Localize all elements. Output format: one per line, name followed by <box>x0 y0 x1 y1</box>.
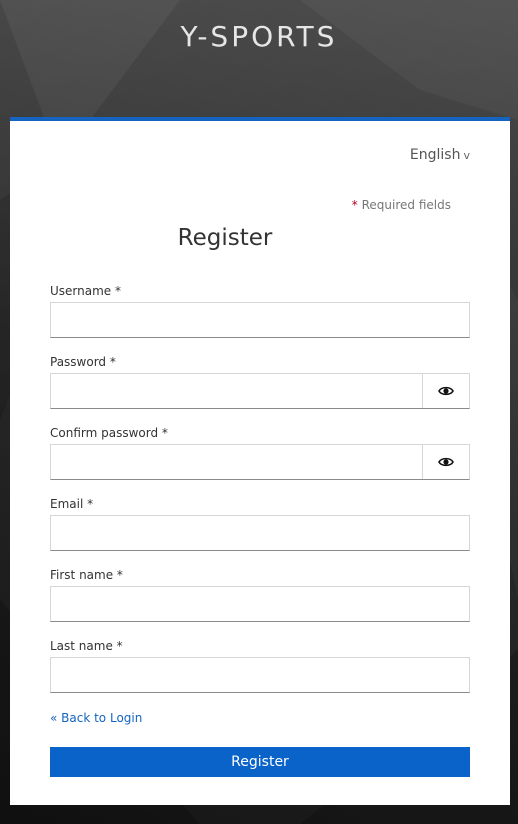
username-label: Username * <box>50 284 121 298</box>
last-name-label: Last name * <box>50 639 123 653</box>
username-field: Username * <box>50 283 470 338</box>
email-input-box <box>50 515 470 551</box>
brand-title: Y-SPORTS <box>180 20 338 53</box>
password-input[interactable] <box>51 374 422 408</box>
confirm-password-label: Confirm password * <box>50 426 168 440</box>
email-field: Email * <box>50 496 470 551</box>
page-title: Register <box>177 225 273 251</box>
register-card: English v * Required fields Register User… <box>10 117 510 805</box>
confirm-password-input-box <box>50 444 470 480</box>
eye-icon <box>438 457 454 467</box>
first-name-label: First name * <box>50 568 123 582</box>
show-password-button[interactable] <box>422 374 469 408</box>
language-selected: English <box>409 147 461 163</box>
last-name-input-box <box>50 657 470 693</box>
eye-icon <box>438 386 454 396</box>
language-selector[interactable]: English v <box>410 147 470 163</box>
username-input-box <box>50 302 470 338</box>
username-input[interactable] <box>51 303 469 337</box>
email-label: Email * <box>50 497 94 511</box>
required-star: * <box>351 198 358 212</box>
email-input[interactable] <box>51 516 469 550</box>
password-field: Password * <box>50 354 470 409</box>
last-name-input[interactable] <box>51 658 469 692</box>
password-label: Password * <box>50 355 116 369</box>
confirm-password-input[interactable] <box>51 445 422 479</box>
first-name-input[interactable] <box>51 587 469 621</box>
last-name-field: Last name * <box>50 638 470 693</box>
register-button[interactable]: Register <box>50 747 470 777</box>
confirm-password-field: Confirm password * <box>50 425 470 480</box>
first-name-input-box <box>50 586 470 622</box>
required-fields-note: * Required fields <box>352 198 451 212</box>
show-confirm-password-button[interactable] <box>422 445 469 479</box>
required-fields-text: Required fields <box>361 198 451 212</box>
back-to-login-link[interactable]: « Back to Login <box>50 711 142 725</box>
password-input-box <box>50 373 470 409</box>
chevron-down-icon: v <box>463 149 470 162</box>
first-name-field: First name * <box>50 567 470 622</box>
